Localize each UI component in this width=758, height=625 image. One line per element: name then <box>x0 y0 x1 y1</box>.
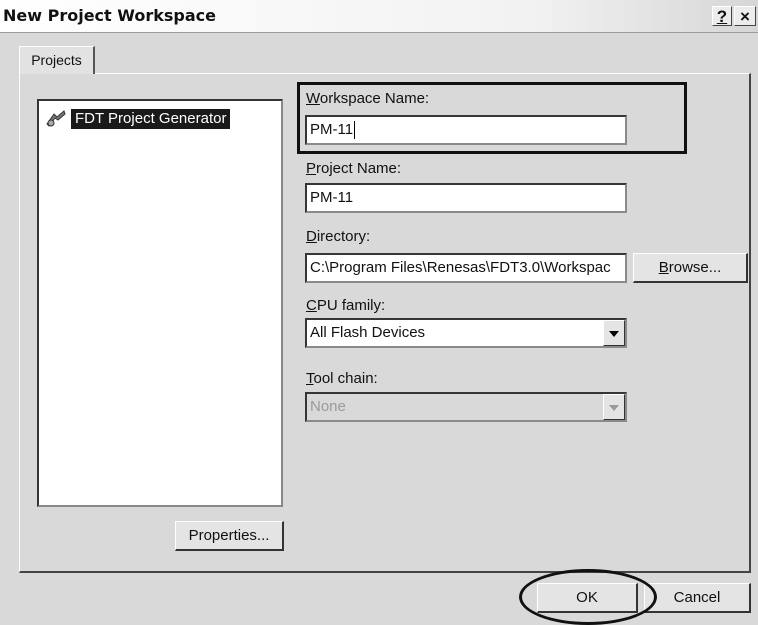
project-name-input[interactable]: PM-11 <box>305 183 627 213</box>
ok-button[interactable]: OK <box>537 583 638 613</box>
directory-label: Directory: <box>306 228 371 245</box>
cancel-button[interactable]: Cancel <box>644 583 751 613</box>
project-type-list[interactable]: FDT Project Generator <box>37 99 283 507</box>
cpu-family-label: CPU family: <box>306 297 386 314</box>
window-title: New Project Workspace <box>3 6 216 25</box>
chevron-down-icon[interactable] <box>603 320 625 346</box>
help-button[interactable]: ? <box>712 6 732 26</box>
chevron-down-icon <box>603 394 625 420</box>
project-name-label: Project Name: <box>306 160 402 177</box>
text-caret <box>354 121 356 140</box>
project-generator-icon <box>46 110 66 127</box>
title-bar: New Project Workspace ? × <box>0 0 758 33</box>
properties-button[interactable]: Properties... <box>175 521 284 551</box>
browse-button[interactable]: Browse... <box>633 253 748 283</box>
tool-chain-select: None <box>305 392 627 422</box>
list-item-fdt-project-generator[interactable]: FDT Project Generator <box>45 109 231 129</box>
cpu-family-select[interactable]: All Flash Devices <box>305 318 627 348</box>
list-item-label: FDT Project Generator <box>71 109 231 129</box>
close-button[interactable]: × <box>734 6 756 26</box>
tab-projects[interactable]: Projects <box>19 46 95 74</box>
workspace-name-label: Workspace Name: <box>306 90 430 107</box>
directory-input[interactable]: C:\Program Files\Renesas\FDT3.0\Workspac <box>305 253 627 283</box>
workspace-name-input[interactable]: PM-11 <box>305 115 627 145</box>
tool-chain-label: Tool chain: <box>306 370 378 387</box>
